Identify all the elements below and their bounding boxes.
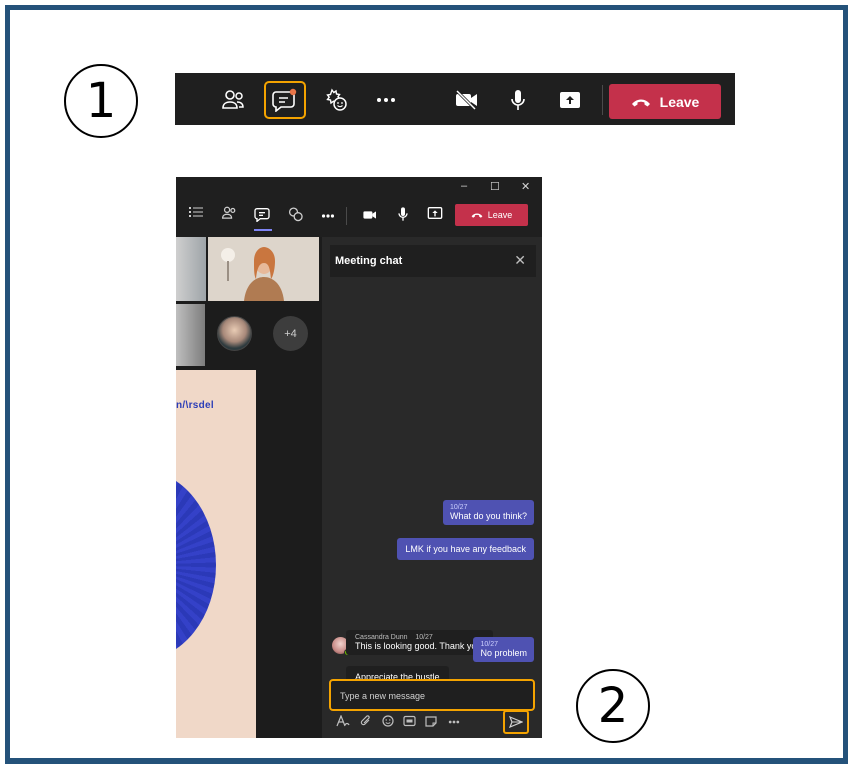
chat-message-incoming: Cassandra Dunn 10/27 This is looking goo… — [346, 630, 493, 655]
slide-logo: n/\rsdel — [176, 400, 214, 411]
message-text: No problem — [480, 648, 527, 658]
message-date: 10/27 — [415, 634, 433, 641]
chat-header: Meeting chat ✕ — [330, 245, 536, 277]
message-date: 10/27 — [480, 641, 498, 648]
participant-avatar[interactable] — [217, 316, 252, 351]
meeting-chat-panel: Meeting chat ✕ 10/27 What do you think? … — [322, 237, 542, 738]
more-options-icon[interactable] — [321, 214, 335, 218]
send-icon — [509, 716, 523, 728]
video-tile[interactable] — [176, 237, 206, 301]
more-icon[interactable] — [448, 720, 460, 724]
hang-up-icon — [631, 99, 650, 106]
chat-message-outgoing: 10/27 No problem — [473, 637, 534, 662]
people-icon[interactable] — [221, 206, 237, 220]
reactions-icon[interactable] — [287, 206, 304, 222]
send-button[interactable] — [503, 710, 529, 734]
slide-graphic — [176, 470, 216, 660]
participant-video — [208, 237, 319, 301]
video-icon[interactable] — [362, 209, 378, 221]
chat-icon — [272, 88, 297, 112]
people-icon[interactable] — [219, 84, 247, 116]
sender-name: Cassandra Dunn — [355, 634, 408, 641]
hang-up-icon — [471, 213, 483, 218]
step-2-callout: 2 — [576, 669, 650, 743]
shared-slide: n/\rsdel — [176, 370, 256, 738]
teams-window: – ☐ ✕ Leave +4 n/\rsdel Meeting chat ✕ 1… — [176, 177, 542, 738]
mic-icon[interactable] — [507, 84, 529, 116]
message-text: LMK if you have any feedback — [405, 544, 526, 554]
video-tile[interactable] — [208, 237, 319, 301]
close-chat-icon[interactable]: ✕ — [514, 252, 526, 269]
chat-icon[interactable] — [254, 206, 272, 222]
message-compose-box[interactable]: Type a new message — [329, 679, 535, 711]
emoji-icon[interactable] — [382, 715, 394, 727]
leave-label: Leave — [487, 210, 513, 220]
step-1-callout: 1 — [64, 64, 138, 138]
chat-title: Meeting chat — [335, 255, 403, 267]
message-text: This is looking good. Thank you! — [355, 641, 484, 651]
list-icon[interactable] — [189, 206, 203, 218]
active-tab-indicator — [254, 229, 272, 231]
toolbar-divider — [602, 85, 603, 115]
video-gallery: +4 n/\rsdel — [176, 237, 322, 738]
share-icon[interactable] — [427, 206, 443, 220]
sticker-icon[interactable] — [425, 715, 437, 727]
window-title-bar: – ☐ ✕ — [176, 177, 542, 197]
message-text: What do you think? — [449, 511, 527, 521]
leave-button[interactable]: Leave — [609, 84, 721, 119]
more-participants-badge[interactable]: +4 — [273, 316, 308, 351]
chat-message-outgoing: 10/27 What do you think? — [442, 500, 534, 525]
mic-icon[interactable] — [397, 206, 409, 222]
leave-button[interactable]: Leave — [455, 204, 528, 226]
notification-dot — [289, 88, 297, 96]
video-tile[interactable] — [176, 304, 205, 366]
chat-button[interactable] — [264, 81, 306, 119]
share-icon[interactable] — [557, 84, 583, 116]
compose-placeholder: Type a new message — [340, 691, 426, 701]
reactions-icon[interactable] — [322, 84, 350, 116]
message-date: 10/27 — [449, 504, 468, 511]
camera-off-icon[interactable] — [453, 84, 481, 116]
attach-icon[interactable] — [360, 715, 372, 727]
chat-message-outgoing: LMK if you have any feedback — [397, 538, 534, 560]
gif-icon[interactable] — [403, 715, 416, 727]
maximize-button[interactable]: ☐ — [490, 180, 500, 193]
leave-label: Leave — [659, 93, 700, 110]
close-window-button[interactable]: ✕ — [521, 180, 530, 193]
format-icon[interactable] — [336, 715, 350, 727]
minimize-button[interactable]: – — [461, 180, 467, 192]
toolbar-divider — [346, 207, 347, 225]
more-options-icon[interactable] — [373, 84, 399, 116]
